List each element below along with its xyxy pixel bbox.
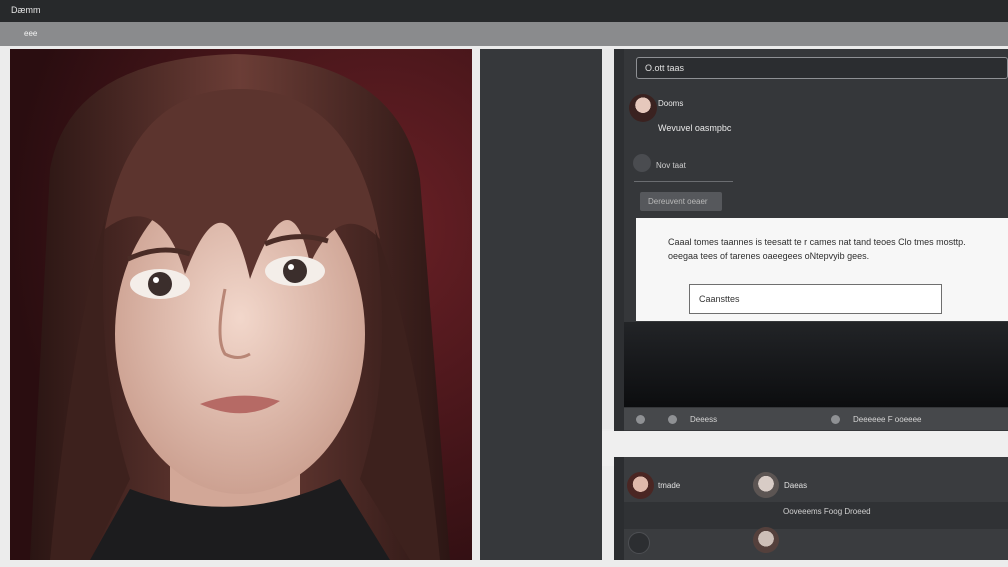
window-title: Dæmm: [11, 5, 41, 15]
dialog-input[interactable]: Caansttes: [689, 284, 942, 314]
status-right-label: Deeeeee F ooeeee: [853, 415, 922, 424]
divider: [634, 181, 733, 182]
lower-footer-text: Ooveeems Foog Droeed: [783, 507, 871, 516]
lower-item-1[interactable]: tmade: [658, 481, 680, 490]
chat-subtitle: Wevuvel oasmpbc: [658, 123, 732, 133]
search-input[interactable]: O.ott taas: [636, 57, 1008, 79]
portrait-image: [10, 49, 472, 560]
dialog-message: Caaal tomes taannes is teesatt te r came…: [668, 235, 998, 263]
search-input-value: O.ott taas: [645, 63, 685, 73]
status-icon-1[interactable]: [636, 415, 645, 424]
new-item-icon[interactable]: [633, 154, 651, 172]
new-item-label[interactable]: Nov taat: [656, 161, 686, 170]
status-icon-3[interactable]: [831, 415, 840, 424]
status-bar: Deeess Deeeeee F ooeeee: [624, 408, 1008, 430]
portrait-illustration: [10, 49, 472, 560]
compose-icon[interactable]: [628, 532, 650, 554]
media-sidebar: [480, 49, 602, 560]
chat-name: Dooms: [658, 99, 684, 108]
title-bar: Dæmm: [0, 0, 1008, 22]
avatar[interactable]: [753, 527, 779, 553]
lower-item-2[interactable]: Daeas: [784, 481, 807, 490]
chat-message-area: [624, 322, 1008, 407]
status-icon-2[interactable]: [668, 415, 677, 424]
status-left-label: Deeess: [690, 415, 718, 424]
panel-gutter: [602, 49, 614, 429]
dialog: Caaal tomes taannes is teesatt te r came…: [636, 218, 1008, 321]
dialog-input-value: Caansttes: [699, 294, 740, 304]
toolbar-tab[interactable]: eee: [22, 28, 39, 39]
avatar[interactable]: [627, 472, 654, 499]
avatar[interactable]: [753, 472, 779, 498]
toolbar: eee: [0, 22, 1008, 46]
dialog-message-line-1: Caaal tomes taannes is teesatt te r came…: [668, 237, 966, 247]
action-button-label: Dereuvent oeaer: [648, 197, 708, 206]
action-button[interactable]: Dereuvent oeaer: [640, 192, 722, 211]
avatar[interactable]: [629, 94, 657, 122]
dialog-message-line-2: oeegaa tees of tarenes oaeegees oNtepvyi…: [668, 251, 870, 261]
